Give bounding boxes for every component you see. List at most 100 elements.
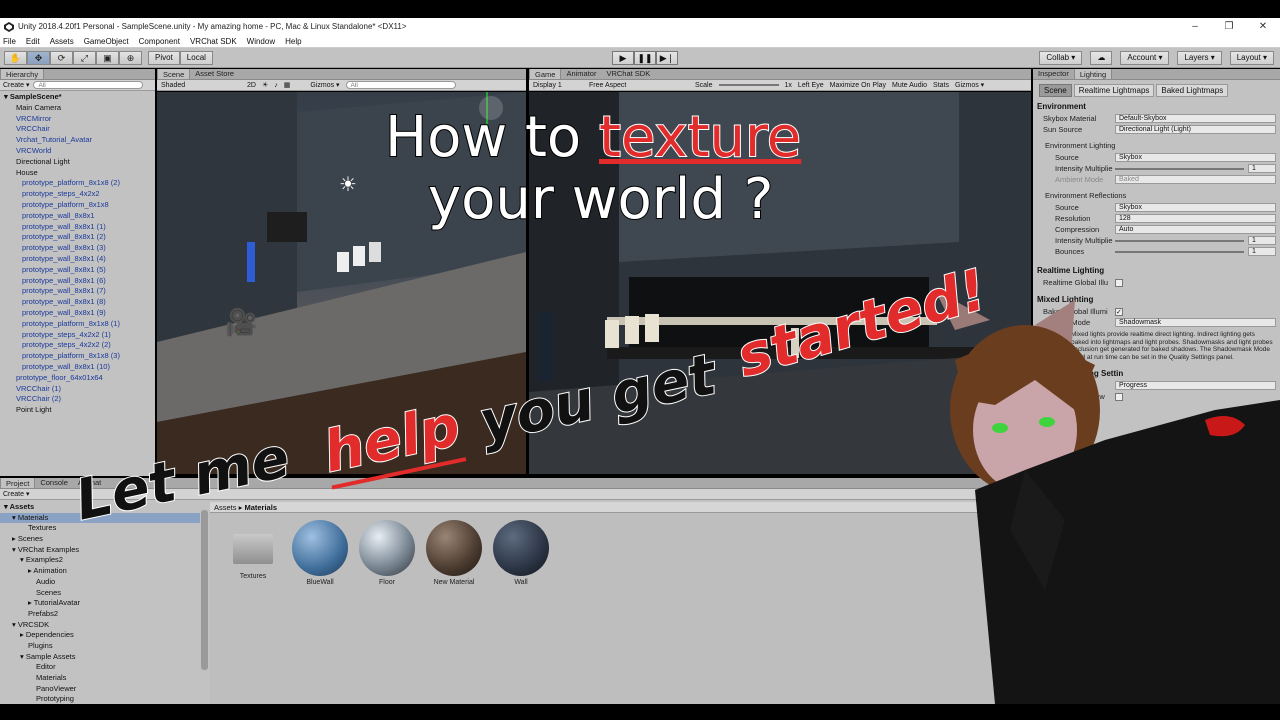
realtime-lighting-header[interactable]: Realtime Lighting <box>1037 265 1276 277</box>
compression-dropdown[interactable]: Auto <box>1115 225 1276 234</box>
refl-intensity-value[interactable]: 1 <box>1248 236 1276 245</box>
step-icon[interactable]: ▶❘ <box>656 51 678 65</box>
pause-icon[interactable]: ❚❚ <box>634 51 656 65</box>
hierarchy-item[interactable]: House <box>0 168 155 179</box>
menu-gameobject[interactable]: GameObject <box>84 37 129 46</box>
hand-icon[interactable]: ✋ <box>4 51 27 65</box>
tab-lighting[interactable]: Lighting <box>1073 69 1113 79</box>
transform-icon[interactable]: ⊕ <box>119 51 142 65</box>
lightmapping-header[interactable]: pping Settin <box>1037 368 1276 380</box>
audio-toggle-icon[interactable]: ♪ <box>274 82 278 89</box>
hierarchy-item[interactable]: Directional Light <box>0 157 155 168</box>
directional-light-gizmo-icon[interactable]: ☀ <box>339 172 357 197</box>
eye-dropdown[interactable]: Left Eye <box>798 82 824 89</box>
scale-icon[interactable]: ⤢ <box>73 51 96 65</box>
pivot-toggle[interactable]: Pivot <box>148 51 180 65</box>
menu-help[interactable]: Help <box>285 37 301 46</box>
mute-audio-toggle[interactable]: Mute Audio <box>892 82 927 89</box>
hierarchy-item[interactable]: prototype_wall_8x8x1 (4) <box>0 254 155 265</box>
hierarchy-item[interactable]: prototype_platform_8x1x8 (1) <box>0 319 155 330</box>
menu-assets[interactable]: Assets <box>50 37 74 46</box>
prioritize-view-checkbox[interactable] <box>1115 393 1123 401</box>
collab-button[interactable]: Collab ▾ <box>1039 51 1083 65</box>
maximize-button[interactable]: ❐ <box>1212 18 1246 35</box>
hierarchy-item[interactable]: prototype_platform_8x1x8 <box>0 200 155 211</box>
tab-console[interactable]: Console <box>35 478 73 488</box>
aspect-dropdown[interactable]: Free Aspect <box>589 82 689 89</box>
tab-vrchat-sdk[interactable]: VRChat SDK <box>601 69 655 79</box>
menu-component[interactable]: Component <box>139 37 180 46</box>
project-tree-scrollbar[interactable] <box>201 510 208 670</box>
play-icon[interactable]: ▶ <box>612 51 634 65</box>
light-toggle-icon[interactable]: ☀ <box>262 81 268 89</box>
cloud-icon[interactable]: ☁ <box>1090 51 1113 65</box>
project-folder-item[interactable]: Prototyping <box>0 694 200 704</box>
baked-gi-checkbox[interactable]: ✓ <box>1115 308 1123 316</box>
hierarchy-item[interactable]: prototype_wall_8x8x1 (7) <box>0 286 155 297</box>
project-folder-item[interactable]: ▾ Examples2 <box>0 555 200 566</box>
bounces-value[interactable]: 1 <box>1248 247 1276 256</box>
gizmos-dropdown[interactable]: Gizmos ▾ <box>310 81 339 89</box>
menu-vrchat-sdk[interactable]: VRChat SDK <box>190 37 237 46</box>
project-folder-item[interactable]: ▸ Scenes <box>0 534 200 545</box>
project-folder-item[interactable]: ▾ VRChat Examples <box>0 545 200 556</box>
hierarchy-item[interactable]: Point Light <box>0 405 155 416</box>
realtime-gi-checkbox[interactable] <box>1115 279 1123 287</box>
sun-source-field[interactable]: Directional Light (Light) <box>1115 125 1276 134</box>
scale-slider[interactable] <box>718 84 779 86</box>
asset-tile[interactable]: BlueWall <box>291 520 349 586</box>
hierarchy-item[interactable]: prototype_wall_8x8x1 (5) <box>0 265 155 276</box>
hierarchy-item[interactable]: prototype_wall_8x8x1 (2) <box>0 232 155 243</box>
menu-file[interactable]: File <box>3 37 16 46</box>
project-folder-item[interactable]: ▾ Sample Assets <box>0 652 200 663</box>
hierarchy-item[interactable]: prototype_platform_8x1x8 (3) <box>0 351 155 362</box>
hierarchy-create-button[interactable]: Create ▾ <box>3 81 29 89</box>
env-source-dropdown[interactable]: Skybox <box>1115 153 1276 162</box>
rect-icon[interactable]: ▣ <box>96 51 119 65</box>
game-gizmos-dropdown[interactable]: Gizmos ▾ <box>955 81 984 89</box>
camera-gizmo-icon[interactable]: 🎥 <box>225 307 257 338</box>
2d-toggle[interactable]: 2D <box>247 82 256 89</box>
project-folder-item[interactable]: Materials <box>0 673 200 684</box>
asset-tile[interactable]: Textures <box>224 520 282 580</box>
tab-scene[interactable]: Scene <box>157 69 191 79</box>
hierarchy-item[interactable]: Main Camera <box>0 103 155 114</box>
project-folder-item[interactable]: ▸ TutorialAvatar <box>0 598 200 609</box>
hierarchy-item[interactable]: VRCChair (2) <box>0 394 155 405</box>
project-create-button[interactable]: Create ▾ <box>3 490 29 498</box>
move-icon[interactable]: ✥ <box>27 51 50 65</box>
hierarchy-item[interactable]: Vrchat_Tutorial_Avatar <box>0 135 155 146</box>
shading-dropdown[interactable]: Shaded <box>161 82 241 89</box>
bounces-slider[interactable] <box>1115 251 1244 253</box>
hierarchy-item[interactable]: prototype_steps_4x2x2 <box>0 189 155 200</box>
lighting-subtab-baked[interactable]: Baked Lightmaps <box>1156 84 1229 97</box>
project-folder-item[interactable]: ▸ Dependencies <box>0 630 200 641</box>
asset-tile[interactable]: Wall <box>492 520 550 586</box>
project-folder-item[interactable]: Plugins <box>0 641 200 652</box>
hierarchy-item[interactable]: prototype_wall_8x8x1 (9) <box>0 308 155 319</box>
project-folder-item[interactable]: PanoViewer <box>0 684 200 695</box>
tab-asset-store[interactable]: Asset Store <box>190 69 239 79</box>
asset-tile[interactable]: Floor <box>358 520 416 586</box>
lighting-mode-dropdown[interactable]: Shadowmask <box>1115 318 1276 327</box>
maximize-on-play-toggle[interactable]: Maximize On Play <box>830 82 886 89</box>
lighting-subtab-realtime[interactable]: Realtime Lightmaps <box>1073 84 1155 97</box>
resolution-dropdown[interactable]: 128 <box>1115 214 1276 223</box>
project-folder-item[interactable]: Editor <box>0 662 200 673</box>
asset-tile[interactable]: New Material <box>425 520 483 586</box>
hierarchy-item[interactable]: prototype_platform_8x1x8 (2) <box>0 178 155 189</box>
close-button[interactable]: ✕ <box>1246 18 1280 35</box>
effects-toggle-icon[interactable]: ▦ <box>284 81 291 89</box>
mixed-lighting-header[interactable]: Mixed Lighting <box>1037 294 1276 306</box>
refl-source-dropdown[interactable]: Skybox <box>1115 203 1276 212</box>
layout-dropdown[interactable]: Layout ▾ <box>1229 51 1274 65</box>
hierarchy-item[interactable]: prototype_wall_8x8x1 (3) <box>0 243 155 254</box>
local-toggle[interactable]: Local <box>179 51 213 65</box>
layers-dropdown[interactable]: Layers ▾ <box>1177 51 1222 65</box>
hierarchy-item[interactable]: prototype_wall_8x8x1 (10) <box>0 362 155 373</box>
project-folder-item[interactable]: ▸ Animation <box>0 566 200 577</box>
lightmap-field-3[interactable]: 1 <box>1233 596 1273 606</box>
hierarchy-item[interactable]: prototype_steps_4x2x2 (1) <box>0 330 155 341</box>
hierarchy-item[interactable]: VRCChair (1) <box>0 384 155 395</box>
tab-animator[interactable]: Animator <box>561 69 601 79</box>
